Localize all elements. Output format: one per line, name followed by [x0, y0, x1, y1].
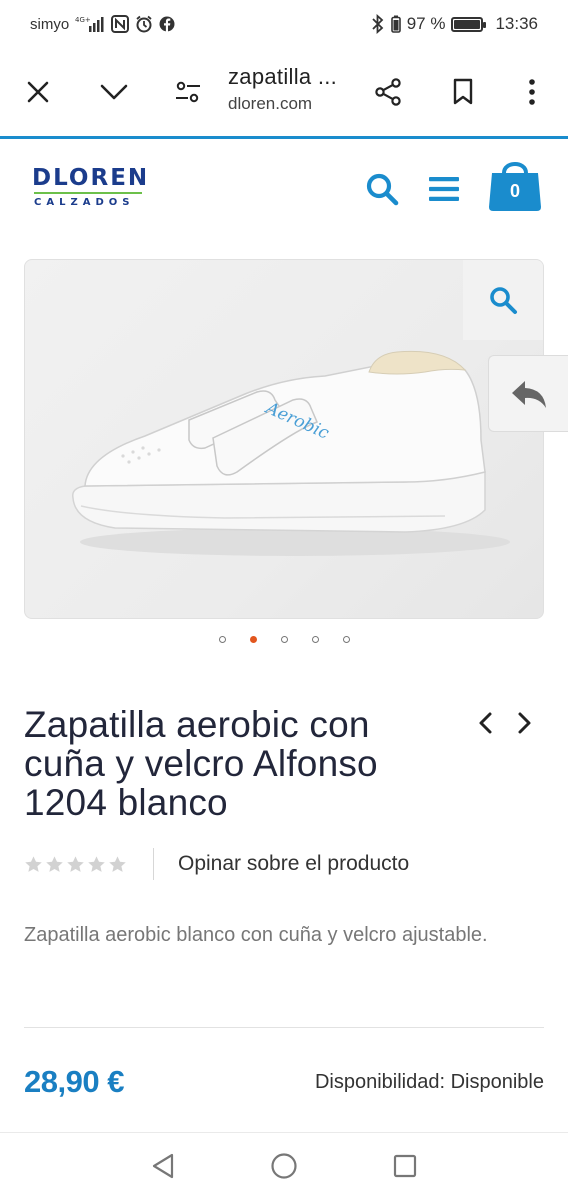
close-icon: [27, 81, 49, 103]
share-icon: [375, 78, 401, 106]
hamburger-icon: [429, 177, 459, 201]
battery-status-icon: [390, 15, 401, 33]
logo-subtext: CALZADOS: [34, 197, 135, 208]
rating-row: Opinar sobre el producto: [24, 848, 544, 880]
browser-toolbar: zapatilla ... dloren.com: [0, 48, 568, 136]
page-domain: dloren.com: [228, 94, 313, 113]
rating-divider: [153, 848, 154, 880]
system-nav-bar: [0, 1133, 568, 1200]
star-icon: [67, 855, 84, 872]
product-image[interactable]: Aerobic: [24, 259, 544, 619]
menu-button[interactable]: [510, 70, 554, 114]
write-review-link[interactable]: Opinar sobre el producto: [178, 852, 409, 876]
system-back-button[interactable]: [148, 1151, 178, 1181]
clock: 13:36: [495, 14, 538, 33]
back-button[interactable]: [488, 355, 568, 432]
share-button[interactable]: [366, 70, 410, 114]
alarm-icon: [135, 15, 153, 33]
svg-text:4G+: 4G+: [75, 16, 91, 24]
cart-button[interactable]: 0: [488, 155, 542, 213]
product-title: Zapatilla aerobic con cuña y velcro Alfo…: [24, 704, 378, 823]
reply-arrow-icon: [511, 380, 546, 408]
chevron-down-icon: [100, 84, 128, 100]
battery-percent: 97 %: [406, 14, 446, 33]
carousel-dot[interactable]: [342, 636, 350, 643]
star-icon: [109, 855, 126, 872]
page-title: zapatilla ...: [228, 64, 338, 89]
zoom-icon: [490, 287, 517, 314]
availability-value: Disponible: [450, 1071, 544, 1093]
system-home-button[interactable]: [269, 1151, 299, 1181]
bluetooth-icon: [371, 14, 385, 34]
battery-icon: [451, 16, 487, 32]
carousel-dots: [0, 636, 568, 643]
chevron-right-icon: [518, 712, 531, 734]
recents-square-icon: [393, 1154, 417, 1178]
site-search-button[interactable]: [362, 169, 402, 209]
product-nav: [474, 708, 536, 738]
carousel-dot[interactable]: [218, 636, 226, 643]
product-price: 28,90 €: [24, 1064, 124, 1099]
zoom-button[interactable]: [463, 260, 543, 340]
carousel-dot[interactable]: [280, 636, 288, 643]
availability: Disponibilidad: Disponible: [315, 1071, 544, 1094]
site-settings-button[interactable]: [166, 70, 210, 114]
nfc-icon: [111, 15, 130, 33]
home-circle-icon: [271, 1153, 297, 1179]
availability-label: Disponibilidad:: [314, 1071, 446, 1093]
site-menu-button[interactable]: [426, 173, 462, 205]
signal-icon: 4G+: [75, 14, 105, 34]
expand-button[interactable]: [92, 70, 136, 114]
site-logo[interactable]: DLOREN CALZADOS: [32, 165, 152, 208]
prev-product-button[interactable]: [474, 708, 496, 738]
chevron-left-icon: [479, 712, 492, 734]
bookmark-icon: [453, 78, 473, 105]
search-icon: [366, 173, 399, 206]
site-header: DLOREN CALZADOS 0: [0, 139, 568, 239]
tune-icon: [176, 81, 200, 103]
back-triangle-icon: [152, 1153, 174, 1179]
carrier-name: simyo: [30, 15, 70, 33]
star-icon: [25, 855, 42, 872]
section-divider: [24, 1027, 544, 1028]
facebook-icon: [159, 16, 175, 32]
carousel-dot[interactable]: [249, 636, 257, 643]
system-recents-button[interactable]: [390, 1151, 420, 1181]
cart-count: 0: [509, 181, 520, 201]
status-bar: simyo 4G+ 97 % 13:36: [0, 0, 568, 48]
logo-text: DLOREN: [32, 165, 150, 191]
more-vertical-icon: [529, 79, 535, 105]
bookmark-button[interactable]: [441, 70, 485, 114]
next-product-button[interactable]: [514, 708, 536, 738]
logo-underline: [34, 192, 142, 194]
rating-stars: [24, 855, 127, 874]
url-area[interactable]: zapatilla ... dloren.com: [228, 64, 337, 114]
product-description: Zapatilla aerobic blanco con cuña y velc…: [24, 924, 488, 946]
carousel-dot[interactable]: [311, 636, 319, 643]
star-icon: [88, 855, 105, 872]
star-icon: [46, 855, 63, 872]
close-tab-button[interactable]: [16, 70, 60, 114]
